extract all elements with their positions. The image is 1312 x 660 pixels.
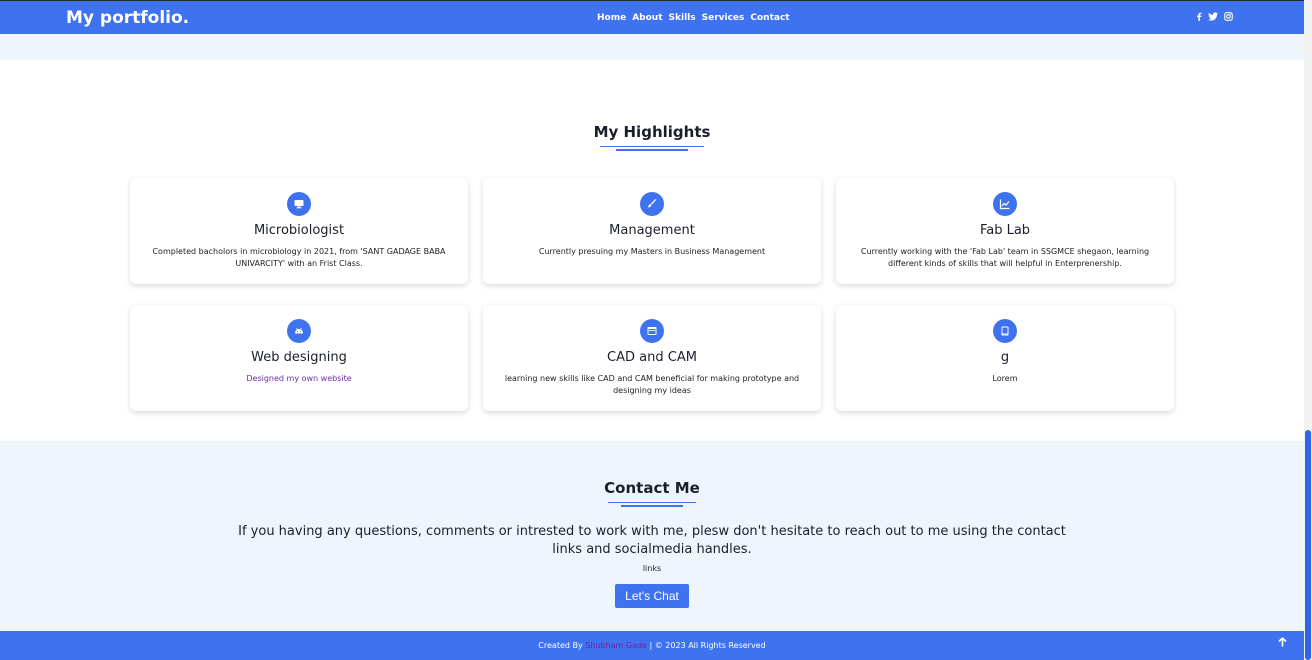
contact-message: If you having any questions, comments or… [238, 524, 1066, 557]
card-title: Web designing [251, 350, 347, 365]
brush-icon [640, 192, 664, 216]
twitter-icon[interactable] [1208, 12, 1218, 24]
card-description: Currently working with the 'Fab Lab' tea… [860, 247, 1150, 268]
instagram-icon[interactable] [1224, 12, 1233, 24]
page-scrollbar[interactable] [1304, 0, 1312, 660]
highlight-card-g: g Lorem [836, 305, 1174, 411]
highlight-card-fab-lab: Fab Lab Currently working with the 'Fab … [836, 178, 1174, 284]
nav-contact-link[interactable]: Contact [750, 13, 789, 23]
links-label: links [642, 564, 662, 573]
footer: Created By Shubham Gade | © 2023 All Rig… [0, 631, 1304, 660]
scroll-top-icon[interactable] [1278, 637, 1287, 650]
chart-icon [993, 192, 1017, 216]
android-icon [287, 319, 311, 343]
highlights-underline [600, 146, 704, 147]
card-title: Management [609, 223, 695, 238]
tablet-icon [993, 319, 1017, 343]
social-links [1196, 12, 1233, 24]
card-title: Fab Lab [979, 223, 1031, 238]
nav-about-link[interactable]: About [632, 13, 662, 23]
footer-author-link[interactable]: Shubham Gade [585, 641, 647, 650]
navbar: My portfolio. Home About Skills Services… [0, 0, 1304, 34]
nav-skills-link[interactable]: Skills [669, 13, 696, 23]
highlight-card-microbiologist: Microbiologist Completed bacholors in mi… [130, 178, 468, 284]
card-title: Microbiologist [253, 223, 345, 238]
card-description: Completed bacholors in microbiology in 2… [152, 247, 446, 268]
footer-rights: | © 2023 All Rights Reserved [646, 641, 766, 650]
nav-home-link[interactable]: Home [597, 13, 626, 23]
highlight-card-web-designing: Web designing Designed my own website [130, 305, 468, 411]
brand-logo[interactable]: My portfolio. [66, 8, 189, 28]
footer-created-by: Created By [538, 641, 586, 650]
facebook-icon[interactable] [1196, 12, 1202, 24]
highlights-title: My Highlights [593, 123, 711, 141]
top-strip [0, 34, 1304, 60]
contact-underline [608, 502, 696, 503]
scrollbar-thumb[interactable] [1305, 430, 1311, 660]
contact-title: Contact Me [604, 479, 700, 497]
highlight-card-management: Management Currently presuing my Masters… [483, 178, 821, 284]
lets-chat-button[interactable]: Let's Chat [615, 584, 689, 608]
highlights-underline-accent [616, 149, 688, 151]
monitor-icon [287, 192, 311, 216]
nav-services-link[interactable]: Services [702, 13, 745, 23]
nav-links: Home About Skills Services Contact [597, 13, 790, 23]
contact-underline-accent [621, 505, 683, 507]
card-title: g [1000, 350, 1010, 365]
highlight-card-cad-cam: CAD and CAM learning new skills like CAD… [483, 305, 821, 411]
card-description: Currently presuing my Masters in Busines… [538, 247, 766, 256]
card-description: Designed my own website [246, 374, 352, 383]
contact-section: Contact Me If you having any questions, … [0, 441, 1304, 631]
card-description: learning new skills like CAD and CAM ben… [504, 374, 800, 395]
card-title: CAD and CAM [607, 350, 697, 365]
window-icon [640, 319, 664, 343]
card-description: Lorem [992, 374, 1018, 383]
footer-text: Created By Shubham Gade | © 2023 All Rig… [0, 641, 1304, 650]
